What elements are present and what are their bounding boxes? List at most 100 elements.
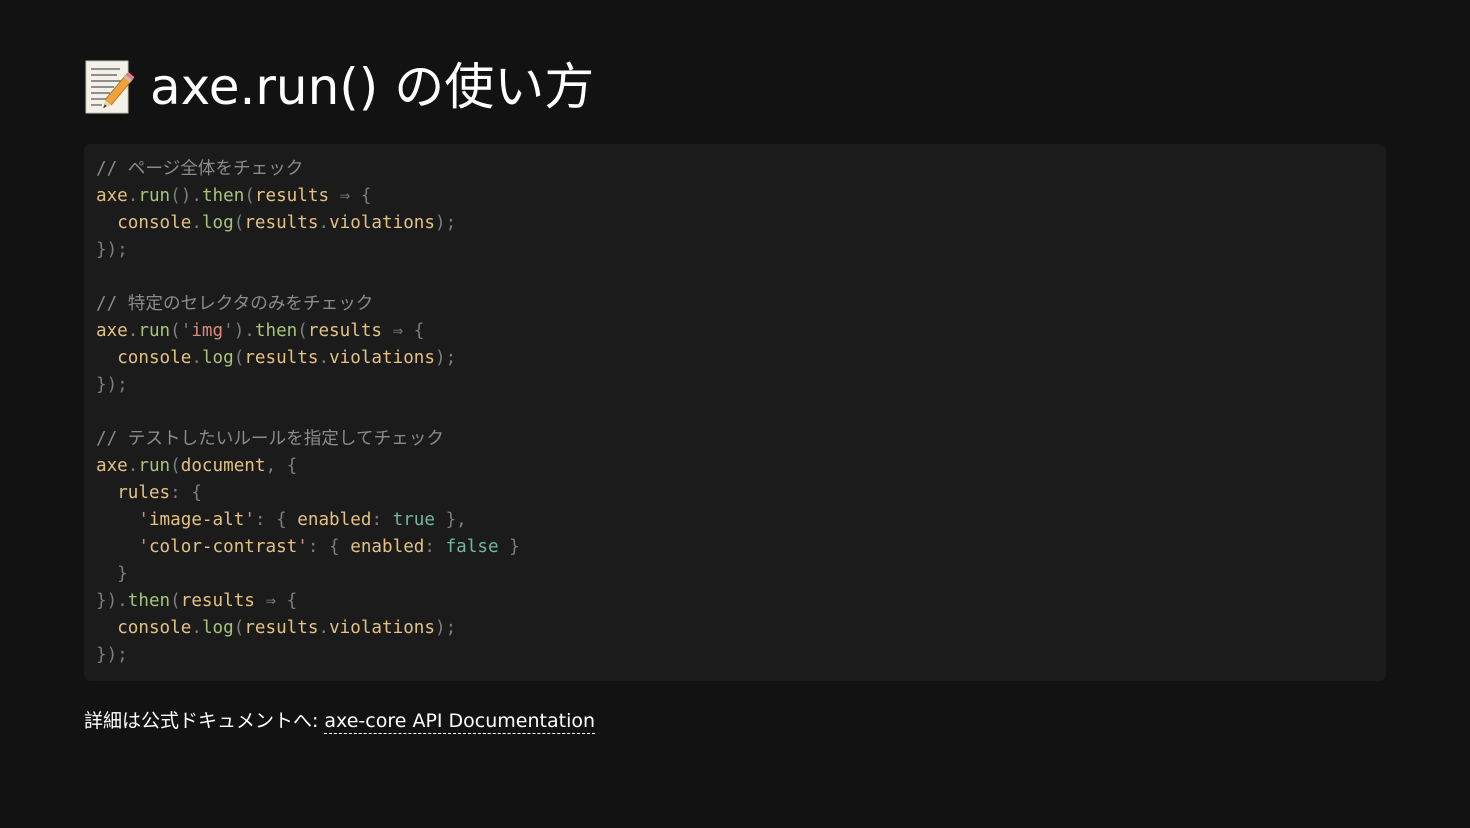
code-token: ); xyxy=(435,348,457,368)
code-token: results xyxy=(180,591,255,611)
code-token: , { xyxy=(265,456,298,476)
code-token: : { xyxy=(254,510,298,530)
code-token: log xyxy=(201,213,234,233)
code-token: then xyxy=(127,591,171,611)
code-literal: false xyxy=(445,537,499,557)
code-token: ' xyxy=(223,321,234,341)
code-token: results xyxy=(244,348,319,368)
code-token: axe xyxy=(96,456,128,476)
code-token: axe xyxy=(96,186,128,206)
code-token: ( xyxy=(233,213,245,233)
code-line: // テストしたいルールを指定してチェック xyxy=(96,426,1374,453)
code-token: ( xyxy=(233,618,245,638)
code-token: violations xyxy=(329,348,435,368)
footer-note: 詳細は公式ドキュメントへ: axe-core API Documentation xyxy=(84,706,596,736)
code-token: document xyxy=(180,456,266,476)
code-token: results xyxy=(244,618,319,638)
code-token: ⇒ { xyxy=(382,321,425,341)
code-token: . xyxy=(318,618,330,638)
code-token: : xyxy=(371,510,393,530)
memo-icon xyxy=(85,60,134,114)
code-token: . xyxy=(127,456,139,476)
code-line: console.log(results.violations); xyxy=(96,345,1374,372)
code-token: . xyxy=(318,348,330,368)
code-token: run xyxy=(138,456,171,476)
code-line: }).then(results ⇒ { xyxy=(96,588,1374,615)
code-token: results xyxy=(307,321,383,341)
code-token: . xyxy=(127,321,139,341)
code-token: : { xyxy=(170,483,202,503)
title-text: axe.run() の使い方 xyxy=(150,58,595,116)
code-token: ); xyxy=(435,618,457,638)
code-line: // ページ全体をチェック xyxy=(96,156,1374,183)
code-line: rules: { xyxy=(96,480,1374,507)
code-token: then xyxy=(254,321,298,341)
code-line: }); xyxy=(96,642,1374,669)
docs-link[interactable]: axe-core API Documentation xyxy=(324,710,596,734)
code-token: }); xyxy=(96,240,128,260)
code-token: (). xyxy=(170,186,202,206)
code-token: }). xyxy=(96,591,128,611)
code-token: ' xyxy=(138,537,149,557)
code-token: ). xyxy=(233,321,255,341)
code-token: . xyxy=(191,213,202,233)
code-token: console xyxy=(117,618,192,638)
code-block: // ページ全体をチェック axe.run().then(results ⇒ {… xyxy=(84,144,1386,681)
code-comment: // テストしたいルールを指定してチェック xyxy=(96,429,444,449)
code-string: image-alt xyxy=(148,510,245,530)
code-token: violations xyxy=(329,213,435,233)
code-comment: // 特定のセレクタのみをチェック xyxy=(96,294,374,314)
page-title: axe.run() の使い方 xyxy=(84,52,594,122)
code-token: run xyxy=(138,321,171,341)
code-token: }); xyxy=(96,645,128,665)
code-token: log xyxy=(201,618,234,638)
code-line: console.log(results.violations); xyxy=(96,210,1374,237)
code-line: }); xyxy=(96,372,1374,399)
code-line: 'image-alt': { enabled: true }, xyxy=(96,507,1374,534)
code-token: } xyxy=(96,564,128,584)
code-line: 'color-contrast': { enabled: false } xyxy=(96,534,1374,561)
code-token: ( xyxy=(297,321,308,341)
code-token: log xyxy=(201,348,234,368)
code-token: run xyxy=(138,186,171,206)
code-token: ' xyxy=(138,510,149,530)
code-token: console xyxy=(117,213,192,233)
code-token: ' xyxy=(180,321,192,341)
code-token: }); xyxy=(96,375,128,395)
code-token: ( xyxy=(170,591,181,611)
code-token: results xyxy=(244,213,319,233)
code-token: . xyxy=(191,618,202,638)
code-line: axe.run(document, { xyxy=(96,453,1374,480)
code-token: enabled xyxy=(350,537,425,557)
code-token: ' xyxy=(244,510,255,530)
code-line: axe.run().then(results ⇒ { xyxy=(96,183,1374,210)
code-token: then xyxy=(201,186,245,206)
code-token: } xyxy=(498,537,520,557)
code-literal: true xyxy=(392,510,435,530)
footer-label: 詳細は公式ドキュメントへ: xyxy=(84,710,319,732)
code-token: ⇒ { xyxy=(254,591,298,611)
code-token: axe xyxy=(96,321,128,341)
code-token: violations xyxy=(329,618,435,638)
code-token: . xyxy=(318,213,330,233)
code-line: } xyxy=(96,561,1374,588)
code-comment: // ページ全体をチェック xyxy=(96,159,304,179)
code-line: axe.run('img').then(results ⇒ { xyxy=(96,318,1374,345)
code-token: ); xyxy=(435,213,457,233)
code-token: : { xyxy=(307,537,351,557)
code-token: ( xyxy=(170,321,181,341)
code-token: ⇒ { xyxy=(329,186,372,206)
code-token: . xyxy=(191,348,202,368)
code-token: ( xyxy=(233,348,245,368)
code-token: . xyxy=(127,186,139,206)
code-string: img xyxy=(191,321,224,341)
code-token: enabled xyxy=(297,510,372,530)
code-line: }); xyxy=(96,237,1374,264)
code-token: ( xyxy=(170,456,181,476)
code-token: : xyxy=(424,537,446,557)
